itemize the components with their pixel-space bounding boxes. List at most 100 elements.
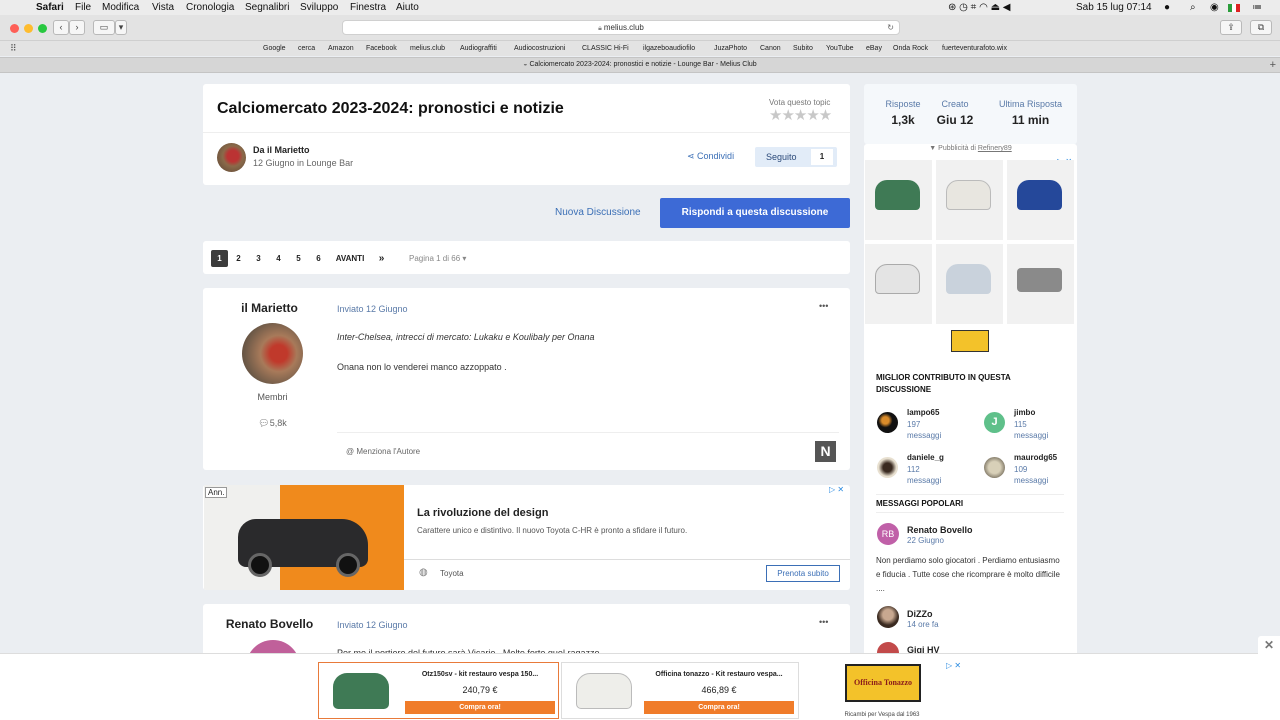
popular-author[interactable]: DiZZo <box>907 609 933 619</box>
post-author[interactable]: il Marietto <box>203 301 336 315</box>
ad-cta-button[interactable]: Prenota subito <box>766 565 840 582</box>
ad-tile[interactable] <box>1007 160 1074 240</box>
new-discussion-button[interactable]: Nuova Discussione <box>555 207 641 218</box>
ad-tile[interactable] <box>936 160 1003 240</box>
contributor-name[interactable]: lampo65 <box>907 408 939 417</box>
popular-author[interactable]: Renato Bovello <box>907 525 973 535</box>
tabs-overview-icon[interactable]: ⧉ <box>1250 20 1272 35</box>
ad-tile[interactable] <box>936 244 1003 324</box>
grid-icon[interactable]: ⠿ <box>10 41 17 56</box>
address-bar[interactable]: 🔒︎ melius.club ↻ <box>342 20 900 35</box>
siri-icon[interactable]: ◉ <box>1210 0 1219 15</box>
topic-author[interactable]: Da il Marietto <box>253 145 310 155</box>
flag-icon[interactable] <box>1228 4 1240 12</box>
menu-sviluppo[interactable]: Sviluppo <box>300 0 338 15</box>
avatar[interactable] <box>877 412 898 433</box>
favorite-link[interactable]: YouTube <box>826 41 854 56</box>
page-jump-dropdown[interactable]: Pagina 1 di 66 ▾ <box>409 254 466 263</box>
forward-button[interactable]: › <box>69 20 85 35</box>
favorite-link[interactable]: Subito <box>793 41 813 56</box>
favorite-link[interactable]: Facebook <box>366 41 397 56</box>
page-4[interactable]: 4 <box>270 250 287 267</box>
avatar[interactable] <box>984 457 1005 478</box>
contributor-name[interactable]: daniele_g <box>907 453 944 462</box>
back-button[interactable]: ‹ <box>53 20 69 35</box>
favorite-link[interactable]: ilgazeboaudiofilo <box>643 41 695 56</box>
favorite-link[interactable]: JuzaPhoto <box>714 41 747 56</box>
menu-modifica[interactable]: Modifica <box>102 0 139 15</box>
next-page-button[interactable]: AVANTI <box>334 250 366 267</box>
new-tab-icon[interactable]: + <box>1270 58 1276 72</box>
ad-banner[interactable]: Ann. La rivoluzione del design Carattere… <box>203 485 850 590</box>
user-icon[interactable]: ● <box>1164 0 1170 15</box>
page-3[interactable]: 3 <box>250 250 267 267</box>
avatar[interactable]: J <box>984 412 1005 433</box>
menu-vista[interactable]: Vista <box>152 0 174 15</box>
more-options-icon[interactable]: ••• <box>819 617 828 627</box>
ad-headline[interactable]: La rivoluzione del design <box>417 507 548 519</box>
favorite-link[interactable]: Onda Rock <box>893 41 928 56</box>
ad-tile[interactable] <box>865 244 932 324</box>
follow-button[interactable]: Seguito 1 <box>755 147 837 167</box>
menu-file[interactable]: File <box>75 0 91 15</box>
buy-button[interactable]: Compra ora! <box>644 701 794 714</box>
last-page-button[interactable]: » <box>373 250 390 267</box>
post-date[interactable]: Inviato 12 Giugno <box>337 304 408 314</box>
favorite-link[interactable]: Google <box>263 41 286 56</box>
product-card[interactable]: Officina tonazzo - Kit restauro vespa...… <box>561 662 799 719</box>
brand-logo[interactable]: Officina Tonazzo <box>845 664 921 702</box>
search-icon[interactable]: ⌕ <box>1190 0 1196 15</box>
favorite-link[interactable]: fuerteventurafoto.wix <box>942 41 1007 56</box>
close-window-icon[interactable] <box>10 24 19 33</box>
page-2[interactable]: 2 <box>230 250 247 267</box>
favorite-link[interactable]: Audiograffiti <box>460 41 497 56</box>
share-button[interactable]: ⋖ Condividi <box>687 151 734 162</box>
control-center-icon[interactable]: ≔ <box>1252 0 1262 15</box>
avatar[interactable] <box>242 323 303 384</box>
post-author[interactable]: Renato Bovello <box>203 617 336 631</box>
reply-button[interactable]: Rispondi a questa discussione <box>660 198 850 228</box>
sidebar-toggle-icon[interactable]: ▭ <box>93 20 115 35</box>
favorite-link[interactable]: eBay <box>866 41 882 56</box>
app-menu[interactable]: Safari <box>36 0 64 15</box>
more-options-icon[interactable]: ••• <box>819 301 828 311</box>
favorite-link[interactable]: melius.club <box>410 41 445 56</box>
menu-finestra[interactable]: Finestra <box>350 0 386 15</box>
avatar[interactable] <box>217 143 246 172</box>
page-6[interactable]: 6 <box>310 250 327 267</box>
sidebar-menu-chevron-icon[interactable]: ▾ <box>115 20 127 35</box>
product-card[interactable]: Otz150sv - kit restauro vespa 150... 240… <box>318 662 559 719</box>
favorite-link[interactable]: Amazon <box>328 41 354 56</box>
officina-tonazzo-logo[interactable] <box>951 330 989 352</box>
mention-author-button[interactable]: @ Menziona l'Autore <box>346 447 420 456</box>
favorite-link[interactable]: Canon <box>760 41 781 56</box>
zoom-window-icon[interactable] <box>38 24 47 33</box>
sponsor-link[interactable]: Refinery89 <box>978 145 1012 152</box>
adchoices-icon[interactable]: ▷ ✕ <box>946 661 961 670</box>
ad-tile[interactable] <box>865 160 932 240</box>
page-5[interactable]: 5 <box>290 250 307 267</box>
contributor-name[interactable]: jimbo <box>1014 408 1035 417</box>
buy-button[interactable]: Compra ora! <box>405 701 555 714</box>
popular-snippet[interactable]: Non perdiamo solo giocatori . Perdiamo e… <box>876 554 1061 596</box>
clock[interactable]: Sab 15 lug 07:14 <box>1076 0 1152 15</box>
page-1[interactable]: 1 <box>211 250 228 267</box>
menu-aiuto[interactable]: Aiuto <box>396 0 419 15</box>
favorite-link[interactable]: Audiocostruzioni <box>514 41 565 56</box>
menu-segnalibri[interactable]: Segnalibri <box>245 0 289 15</box>
favorite-link[interactable]: cerca <box>298 41 315 56</box>
avatar[interactable] <box>877 606 899 628</box>
avatar[interactable] <box>877 457 898 478</box>
favorite-link[interactable]: CLASSIC Hi-Fi <box>582 41 629 56</box>
share-icon[interactable]: ⇪ <box>1220 20 1242 35</box>
avatar[interactable]: RB <box>877 523 899 545</box>
status-icons[interactable]: ⊛ ◷ ⌗ ◠ ⏏ ◀ <box>948 0 1011 15</box>
adchoices-icon[interactable]: ▷ ✕ <box>829 485 844 494</box>
close-ad-icon[interactable]: ✕ <box>1258 636 1280 654</box>
contributor-name[interactable]: maurodg65 <box>1014 453 1057 462</box>
rating-stars[interactable]: ★★★★★ <box>769 106 832 124</box>
ad-tile[interactable] <box>1007 244 1074 324</box>
post-date[interactable]: Inviato 12 Giugno <box>337 620 408 630</box>
menu-cronologia[interactable]: Cronologia <box>186 0 234 15</box>
active-tab[interactable]: Calciomercato 2023-2024: pronostici e no… <box>529 61 756 68</box>
